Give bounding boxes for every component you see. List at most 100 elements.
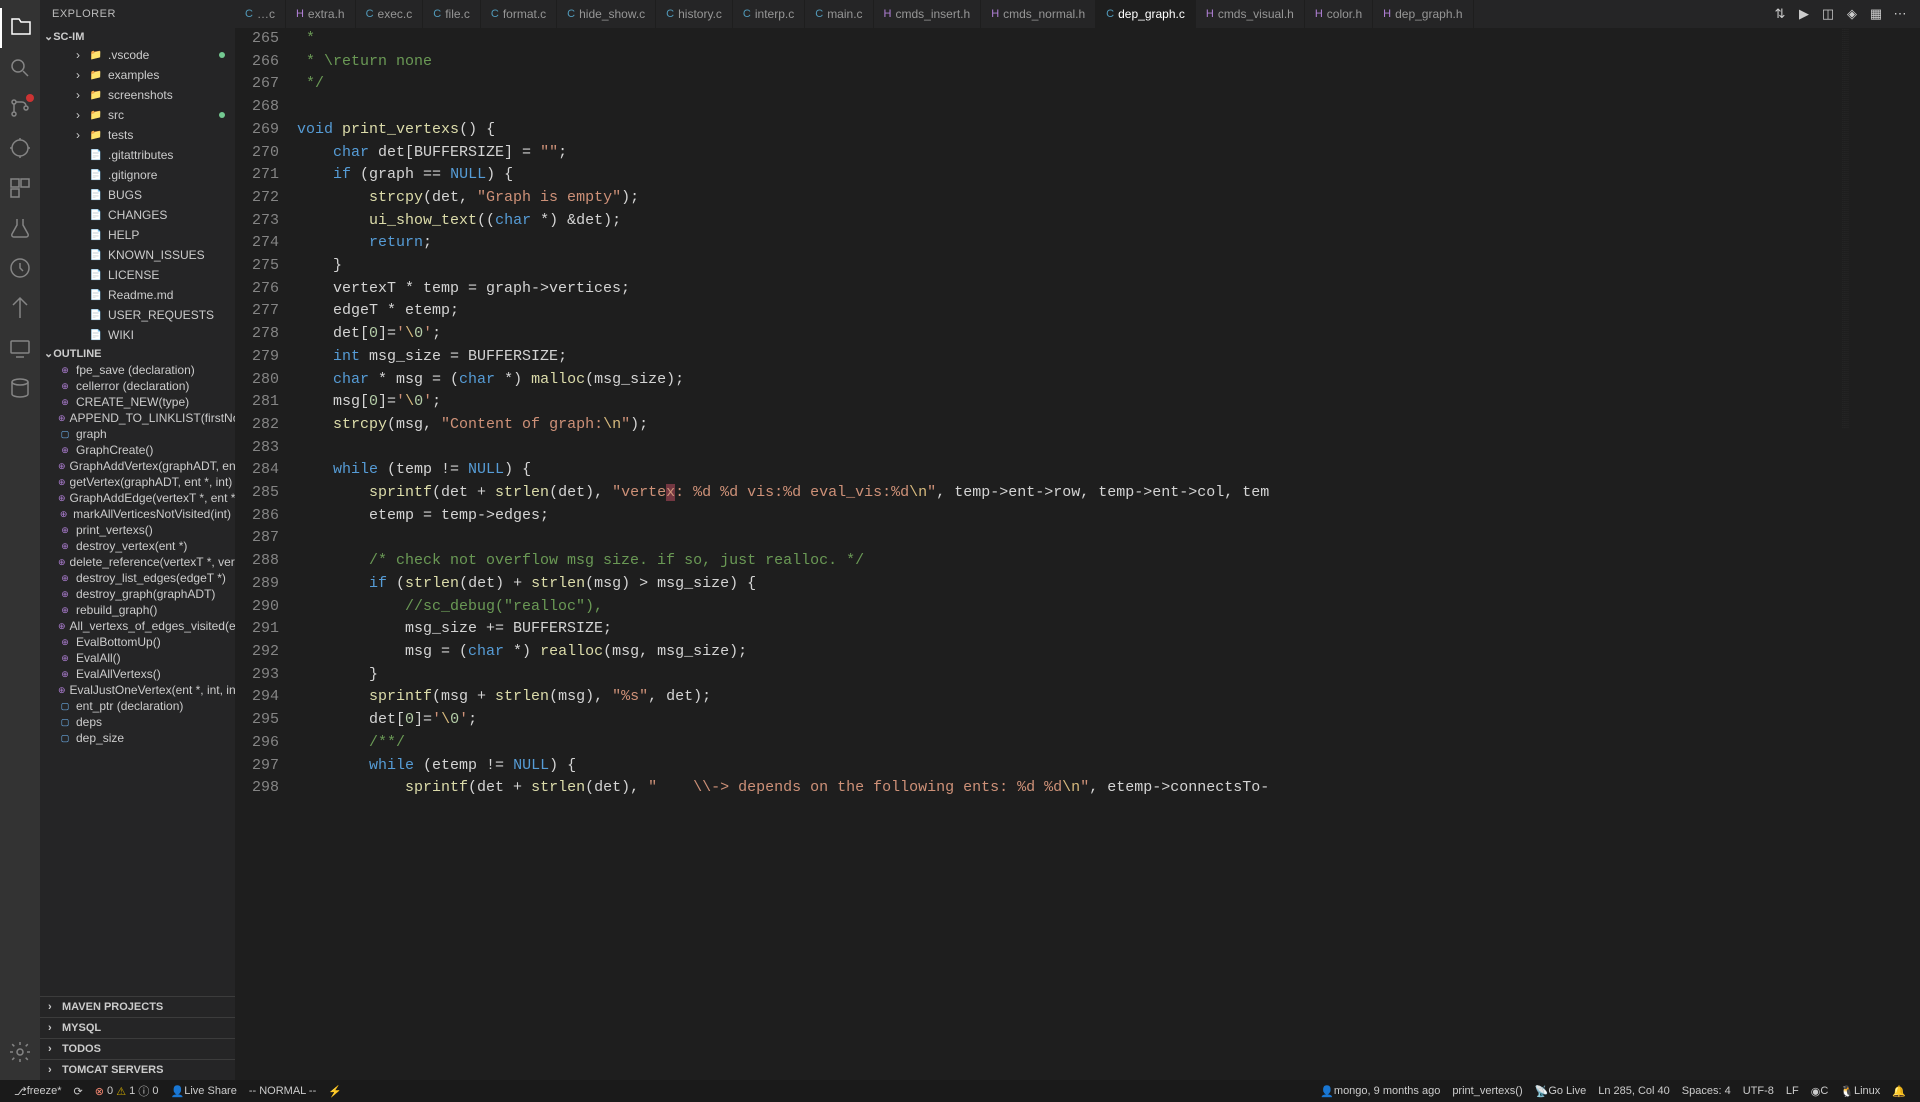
outline-item[interactable]: ▢deps <box>40 714 235 730</box>
tab-cmds_insert.h[interactable]: Hcmds_insert.h <box>874 0 982 28</box>
go-live[interactable]: 📡 Go Live <box>1529 1085 1593 1098</box>
run-icon[interactable]: ▶ <box>1792 0 1816 28</box>
outline-item[interactable]: ⊕APPEND_TO_LINKLIST(firstNod… <box>40 410 235 426</box>
outline-item[interactable]: ⊕destroy_graph(graphADT) <box>40 586 235 602</box>
section-mysql[interactable]: ›MYSQL <box>40 1017 235 1038</box>
live-share-label: Live Share <box>184 1085 237 1097</box>
sync-button[interactable]: ⟳ <box>68 1080 89 1102</box>
os-indicator[interactable]: 🐧 Linux <box>1834 1085 1886 1098</box>
outline-item[interactable]: ⊕EvalAllVertexs() <box>40 666 235 682</box>
tab-cmds_normal.h[interactable]: Hcmds_normal.h <box>981 0 1096 28</box>
outline-item[interactable]: ⊕GraphAddVertex(graphADT, ent *) <box>40 458 235 474</box>
tab-interp.c[interactable]: Cinterp.c <box>733 0 805 28</box>
tree-item-Readme.md[interactable]: 📄Readme.md <box>40 285 235 305</box>
outline-item[interactable]: ⊕getVertex(graphADT, ent *, int) <box>40 474 235 490</box>
tree-item-src[interactable]: ›📁src <box>40 105 235 125</box>
outline-item[interactable]: ⊕rebuild_graph() <box>40 602 235 618</box>
explorer-icon[interactable] <box>0 8 40 48</box>
outline-item[interactable]: ⊕print_vertexs() <box>40 522 235 538</box>
debug-icon[interactable] <box>0 128 40 168</box>
git-graph-icon[interactable] <box>0 288 40 328</box>
outline-item[interactable]: ⊕All_vertexs_of_edges_visited(ed… <box>40 618 235 634</box>
tree-item-LICENSE[interactable]: 📄LICENSE <box>40 265 235 285</box>
tab-…c[interactable]: C…c <box>235 0 286 28</box>
split-icon[interactable]: ◫ <box>1816 0 1840 28</box>
tree-item-.vscode[interactable]: ›📁.vscode <box>40 45 235 65</box>
tree-item-.gitattributes[interactable]: 📄.gitattributes <box>40 145 235 165</box>
outline-item[interactable]: ▢ent_ptr (declaration) <box>40 698 235 714</box>
outline-item[interactable]: ⊕delete_reference(vertexT *, vert… <box>40 554 235 570</box>
section-todos[interactable]: ›TODOS <box>40 1038 235 1059</box>
minimap[interactable]: ▬▬ ▬▬▬ ▬ ▬▬▬▬ ▬▬▬ ▬ ▬▬▬▬ ▬▬▬ ▬ ▬▬▬▬ ▬▬▬ … <box>1840 28 1920 1080</box>
lang-label: C <box>1820 1085 1828 1097</box>
outline-item[interactable]: ⊕EvalAll() <box>40 650 235 666</box>
section-maven-projects[interactable]: ›MAVEN PROJECTS <box>40 996 235 1017</box>
tab-hide_show.c[interactable]: Chide_show.c <box>557 0 656 28</box>
settings-icon[interactable] <box>0 1032 40 1072</box>
problems[interactable]: ⊗ 0 ⚠ 1 ⓘ 0 <box>89 1080 165 1102</box>
outline-item[interactable]: ⊕EvalJustOneVertex(ent *, int, int… <box>40 682 235 698</box>
tree-item-BUGS[interactable]: 📄BUGS <box>40 185 235 205</box>
source-control-icon[interactable] <box>0 88 40 128</box>
cursor-position[interactable]: Ln 285, Col 40 <box>1592 1085 1676 1097</box>
database-icon[interactable] <box>0 368 40 408</box>
remote-icon[interactable] <box>0 328 40 368</box>
indentation[interactable]: Spaces: 4 <box>1676 1085 1737 1097</box>
timeline-icon[interactable] <box>0 248 40 288</box>
tree-item-HELP[interactable]: 📄HELP <box>40 225 235 245</box>
outline-item[interactable]: ⊕markAllVerticesNotVisited(int) <box>40 506 235 522</box>
warning-count: 1 <box>129 1085 135 1097</box>
eol[interactable]: LF <box>1780 1085 1805 1097</box>
extensions-icon[interactable] <box>0 168 40 208</box>
language-mode[interactable]: ◉ C <box>1805 1085 1835 1098</box>
section-tomcat-servers[interactable]: ›TOMCAT SERVERS <box>40 1059 235 1080</box>
tree-item-CHANGES[interactable]: 📄CHANGES <box>40 205 235 225</box>
outline-item[interactable]: ⊕destroy_vertex(ent *) <box>40 538 235 554</box>
tree-item-tests[interactable]: ›📁tests <box>40 125 235 145</box>
info-count: 0 <box>152 1085 158 1097</box>
bolt-icon[interactable]: ⚡ <box>322 1080 348 1102</box>
tab-history.c[interactable]: Chistory.c <box>656 0 733 28</box>
branch-name: freeze* <box>27 1085 62 1097</box>
layout-icon[interactable]: ▦ <box>1864 0 1888 28</box>
tab-file.c[interactable]: Cfile.c <box>423 0 481 28</box>
outline-item[interactable]: ⊕cellerror (declaration) <box>40 378 235 394</box>
outline-item[interactable]: ⊕EvalBottomUp() <box>40 634 235 650</box>
tree-item-.gitignore[interactable]: 📄.gitignore <box>40 165 235 185</box>
outline-item[interactable]: ⊕GraphAddEdge(vertexT *, ent *… <box>40 490 235 506</box>
tree-item-examples[interactable]: ›📁examples <box>40 65 235 85</box>
tab-dep_graph.c[interactable]: Cdep_graph.c <box>1096 0 1196 28</box>
tab-dep_graph.h[interactable]: Hdep_graph.h <box>1373 0 1473 28</box>
tab-main.c[interactable]: Cmain.c <box>805 0 873 28</box>
live-share[interactable]: 👤 Live Share <box>165 1080 243 1102</box>
project-section[interactable]: ⌄SC-IM <box>40 28 235 45</box>
encoding[interactable]: UTF-8 <box>1737 1085 1780 1097</box>
test-icon[interactable] <box>0 208 40 248</box>
outline-item[interactable]: ▢dep_size <box>40 730 235 746</box>
git-blame[interactable]: 👤 mongo, 9 months ago <box>1314 1085 1446 1098</box>
outline-item[interactable]: ▢graph <box>40 426 235 442</box>
tab-exec.c[interactable]: Cexec.c <box>356 0 424 28</box>
compare-icon[interactable]: ⇅ <box>1768 0 1792 28</box>
search-icon[interactable] <box>0 48 40 88</box>
more-icon[interactable]: ⋯ <box>1888 0 1912 28</box>
code-editor[interactable]: 2652662672682692702712722732742752762772… <box>235 28 1920 1080</box>
outline-section-header[interactable]: ⌄OUTLINE <box>40 345 235 362</box>
outline-item[interactable]: ⊕GraphCreate() <box>40 442 235 458</box>
tab-extra.h[interactable]: Hextra.h <box>286 0 356 28</box>
tree-item-WIKI[interactable]: 📄WIKI <box>40 325 235 345</box>
tab-cmds_visual.h[interactable]: Hcmds_visual.h <box>1196 0 1305 28</box>
tab-color.h[interactable]: Hcolor.h <box>1305 0 1373 28</box>
outline-item[interactable]: ⊕fpe_save (declaration) <box>40 362 235 378</box>
outline-item[interactable]: ⊕destroy_list_edges(edgeT *) <box>40 570 235 586</box>
tree-item-screenshots[interactable]: ›📁screenshots <box>40 85 235 105</box>
notifications-icon[interactable]: 🔔 <box>1886 1085 1912 1098</box>
current-function[interactable]: print_vertexs() <box>1446 1085 1528 1097</box>
outline-title: OUTLINE <box>53 348 101 360</box>
outline-item[interactable]: ⊕CREATE_NEW(type) <box>40 394 235 410</box>
tree-item-KNOWN_ISSUES[interactable]: 📄KNOWN_ISSUES <box>40 245 235 265</box>
tab-format.c[interactable]: Cformat.c <box>481 0 557 28</box>
tree-item-USER_REQUESTS[interactable]: 📄USER_REQUESTS <box>40 305 235 325</box>
preview-icon[interactable]: ◈ <box>1840 0 1864 28</box>
git-branch[interactable]: ⎇ freeze* <box>8 1080 68 1102</box>
